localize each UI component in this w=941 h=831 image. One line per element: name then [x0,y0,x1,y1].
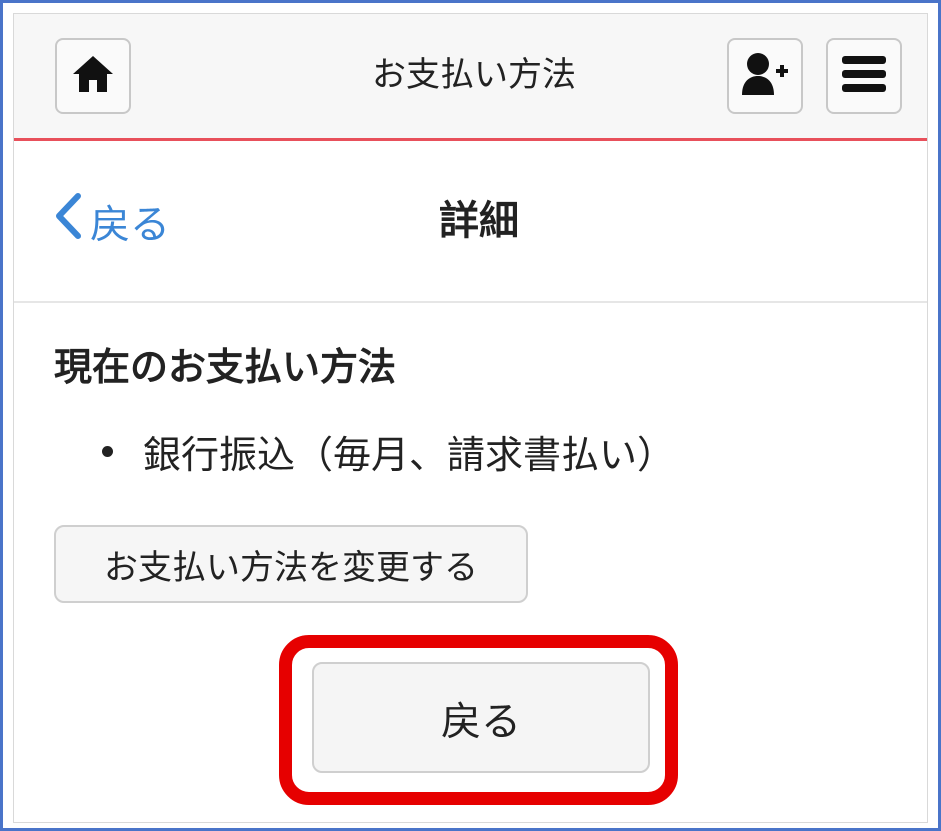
add-user-icon [740,51,790,101]
back-link[interactable]: 戻る [54,191,170,251]
payment-method-list: 銀行振込（毎月、請求書払い） [54,424,675,479]
add-user-button[interactable] [727,38,803,114]
back-link-label: 戻る [90,202,170,248]
change-payment-method-button[interactable]: お支払い方法を変更する [54,525,528,603]
bullet-icon [102,446,113,457]
section-heading: 現在のお支払い方法 [54,345,397,389]
screenshot-frame: お支払い方法 戻る 詳細 現在のお支払い方法 銀行振込（毎月、請求書払い） お支… [0,0,941,831]
app-header: お支払い方法 [14,14,927,141]
home-button[interactable] [55,38,131,114]
page-title: お支払い方法 [372,55,576,95]
sub-navigation: 戻る 詳細 [14,141,927,303]
hamburger-menu-icon [840,54,888,98]
payment-method-label: 銀行振込（毎月、請求書払い） [143,433,676,477]
chevron-left-icon [54,193,90,249]
back-button[interactable]: 戻る [312,662,650,773]
app-window: お支払い方法 戻る 詳細 現在のお支払い方法 銀行振込（毎月、請求書払い） お支… [13,13,928,823]
menu-button[interactable] [826,38,902,114]
subnav-title: 詳細 [439,198,519,244]
list-item: 銀行振込（毎月、請求書払い） [54,424,675,479]
home-icon [71,54,115,98]
